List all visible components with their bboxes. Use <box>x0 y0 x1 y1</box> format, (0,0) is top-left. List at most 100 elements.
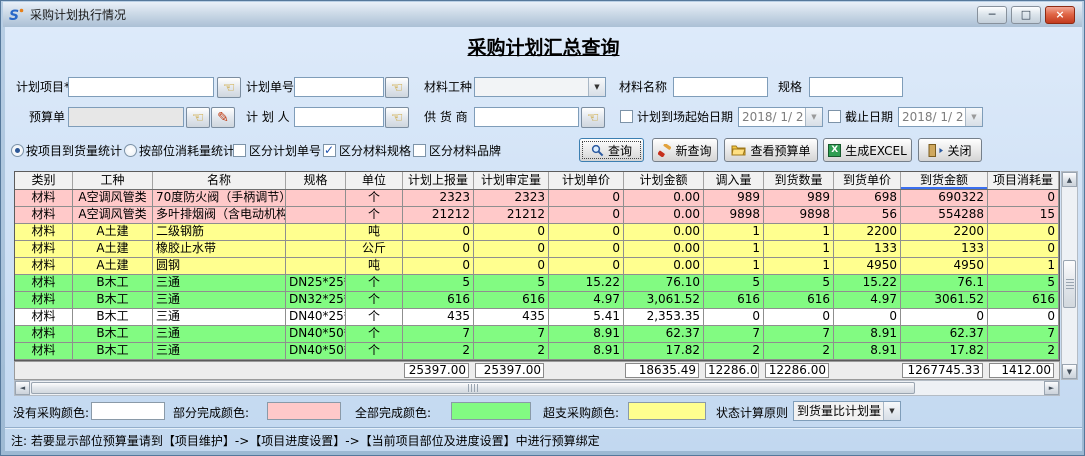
cell: 0.00 <box>624 190 704 206</box>
column-header[interactable]: 到货金额 <box>901 172 988 189</box>
view-budget-button[interactable]: 查看预算单 <box>724 138 818 162</box>
vertical-scrollbar[interactable]: ▲ ▼ <box>1061 171 1078 380</box>
pointing-hand-icon: ☜ <box>391 81 404 95</box>
column-header[interactable]: 计划金额 <box>624 172 704 189</box>
cell: B木工 <box>73 309 153 325</box>
cell: 133 <box>901 241 988 257</box>
cell: 989 <box>704 190 764 206</box>
column-header[interactable]: 计划上报量 <box>403 172 474 189</box>
split-plan-no-checkbox[interactable] <box>233 144 246 157</box>
excel-button[interactable]: X 生成EXCEL <box>823 138 912 162</box>
cell: 5 <box>704 275 764 291</box>
plan-no-input[interactable] <box>294 77 384 97</box>
chevron-down-icon[interactable]: ▼ <box>588 78 605 96</box>
maximize-button[interactable]: □ <box>1011 6 1041 24</box>
vertical-scroll-thumb[interactable] <box>1063 260 1076 308</box>
exit-door-icon <box>928 144 943 157</box>
material-type-label: 材料工种 <box>424 77 472 97</box>
excel-icon: X <box>828 144 841 157</box>
material-type-select[interactable]: ▼ <box>474 77 606 97</box>
budget-sheet-lookup-button[interactable]: ☜ <box>186 107 210 128</box>
cell: 材料 <box>15 343 73 359</box>
scroll-up-button[interactable]: ▲ <box>1062 172 1077 187</box>
cell: 0 <box>403 258 474 274</box>
close-button[interactable]: × <box>1045 6 1075 24</box>
table-row[interactable]: 材料A土建橡胶止水带公斤0000.00111331330 <box>15 241 1059 258</box>
plan-no-lookup-button[interactable]: ☜ <box>385 77 409 98</box>
planner-lookup-button[interactable]: ☜ <box>385 107 409 128</box>
cell: 616 <box>403 292 474 308</box>
scroll-down-button[interactable]: ▼ <box>1062 364 1077 379</box>
cell: 2200 <box>901 224 988 240</box>
budget-sheet-input[interactable] <box>68 107 184 127</box>
client-area: 采购计划汇总查询 计划项目* ☜ 计划单号 ☜ 材料工种 ▼ 材料名称 规格 预… <box>5 27 1082 451</box>
arrival-start-date-picker[interactable]: 2018/ 1/ 2 ▼ <box>738 107 823 127</box>
table-row[interactable]: 材料A土建二级钢筋吨0000.0011220022000 <box>15 224 1059 241</box>
column-header[interactable]: 项目消耗量 <box>988 172 1059 189</box>
split-brand-checkbox[interactable] <box>413 144 426 157</box>
cell: 2 <box>403 343 474 359</box>
cell: B木工 <box>73 275 153 291</box>
column-header[interactable]: 调入量 <box>704 172 764 189</box>
column-header[interactable]: 到货数量 <box>764 172 834 189</box>
table-row[interactable]: 材料A空调风管类70度防火阀（手柄调节）个2323232300.00989989… <box>15 190 1059 207</box>
cell: 材料 <box>15 292 73 308</box>
table-row[interactable]: 材料B木工三通DN40*25*32个4354355.412,353.350000… <box>15 309 1059 326</box>
split-spec-label: 区分材料规格 <box>339 141 411 161</box>
material-name-input[interactable] <box>673 77 768 97</box>
cell: 4.97 <box>834 292 901 308</box>
total-cell: 1267745.33 <box>902 363 983 378</box>
close-form-button[interactable]: 关闭 <box>918 138 982 162</box>
column-header[interactable]: 规格 <box>286 172 346 189</box>
column-header[interactable]: 单位 <box>346 172 403 189</box>
budget-sheet-label: 预算单 <box>29 107 65 127</box>
table-row[interactable]: 材料A土建圆钢吨0000.0011495049501 <box>15 258 1059 275</box>
app-window: S 采购计划执行情况 ─ □ × 采购计划汇总查询 计划项目* ☜ 计划单号 ☜… <box>0 0 1085 456</box>
planner-input[interactable] <box>294 107 384 127</box>
table-row[interactable]: 材料B木工三通DN40*50*32个228.9117.82228.9117.82… <box>15 343 1059 360</box>
query-button[interactable]: 查询 <box>579 138 644 162</box>
cell: 材料 <box>15 224 73 240</box>
horizontal-scroll-thumb[interactable] <box>31 382 915 394</box>
cell: 5 <box>764 275 834 291</box>
split-spec-checkbox[interactable] <box>323 144 336 157</box>
scroll-left-button[interactable]: ◄ <box>15 381 30 395</box>
plan-project-input[interactable] <box>68 77 214 97</box>
budget-sheet-edit-button[interactable]: ✎ <box>211 107 235 128</box>
table-row[interactable]: 材料A空调风管类多叶排烟阀（含电动机构个212122121200.0098989… <box>15 207 1059 224</box>
column-header[interactable]: 类别 <box>15 172 73 189</box>
cell: 二级钢筋 <box>153 224 286 240</box>
by-project-radio-label: 按项目到货量统计 <box>26 141 122 161</box>
column-header[interactable]: 计划单价 <box>549 172 624 189</box>
chevron-down-icon[interactable]: ▼ <box>883 402 900 420</box>
plan-project-lookup-button[interactable]: ☜ <box>217 77 241 98</box>
minimize-button[interactable]: ─ <box>977 6 1007 24</box>
column-header[interactable]: 工种 <box>73 172 153 189</box>
new-query-button[interactable]: 新查询 <box>652 138 718 162</box>
scroll-right-button[interactable]: ► <box>1044 381 1059 395</box>
column-header[interactable]: 到货单价 <box>834 172 901 189</box>
by-project-radio[interactable] <box>11 144 24 157</box>
supplier-lookup-button[interactable]: ☜ <box>581 107 605 128</box>
cell: 三通 <box>153 326 286 342</box>
arrival-end-date-picker[interactable]: 2018/ 1/ 2 ▼ <box>898 107 983 127</box>
table-row[interactable]: 材料B木工三通DN25*25*25个5515.2276.105515.2276.… <box>15 275 1059 292</box>
cell: 8.91 <box>834 343 901 359</box>
column-header[interactable]: 计划审定量 <box>474 172 549 189</box>
arrival-start-checkbox[interactable] <box>620 110 633 123</box>
new-query-button-label: 新查询 <box>675 142 711 159</box>
arrival-end-checkbox[interactable] <box>828 110 841 123</box>
horizontal-scrollbar[interactable]: ◄ ► <box>14 380 1060 396</box>
by-part-radio[interactable] <box>124 144 137 157</box>
table-row[interactable]: 材料B木工三通DN40*50*25个778.9162.37778.9162.37… <box>15 326 1059 343</box>
cell: 0 <box>764 309 834 325</box>
status-rule-select[interactable]: 到货量比计划量 ▼ <box>793 401 901 421</box>
titlebar[interactable]: S 采购计划执行情况 ─ □ × <box>3 2 1082 27</box>
table-row[interactable]: 材料B木工三通DN32*25*25个6166164.973,061.526166… <box>15 292 1059 309</box>
cell: 698 <box>834 190 901 206</box>
supplier-input[interactable] <box>474 107 579 127</box>
cell: 70度防火阀（手柄调节） <box>153 190 286 206</box>
cell: 56 <box>834 207 901 223</box>
column-header[interactable]: 名称 <box>153 172 286 189</box>
spec-input[interactable] <box>809 77 903 97</box>
